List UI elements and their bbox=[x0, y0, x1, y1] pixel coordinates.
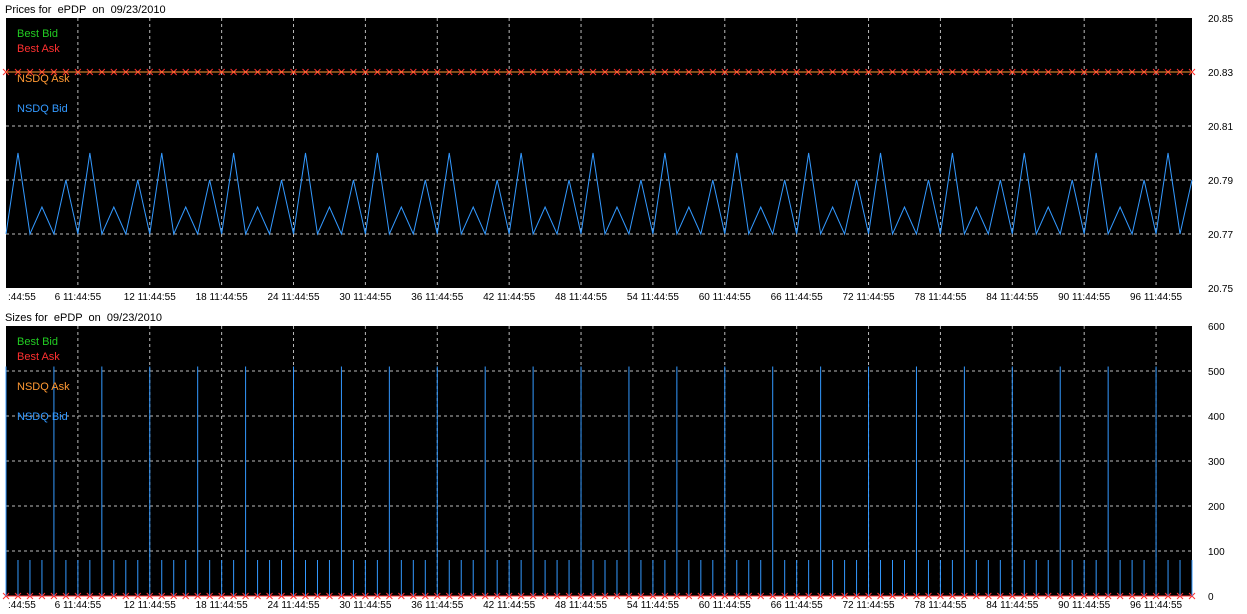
prices-x-tick-label: 60 11:44:55 bbox=[699, 292, 752, 303]
prices-y-tick-label: 20.81 bbox=[1208, 122, 1233, 133]
prices-x-tick-label: 42 11:44:55 bbox=[483, 292, 536, 303]
sizes-legend-nsdq-ask: NSDQ Ask bbox=[17, 381, 70, 393]
sizes-x-tick-label: 78 11:44:55 bbox=[914, 600, 967, 611]
sizes-y-tick-label: 100 bbox=[1208, 547, 1225, 558]
prices-x-tick-label: 54 11:44:55 bbox=[627, 292, 680, 303]
sizes-x-tick-label: 96 11:44:55 bbox=[1130, 600, 1183, 611]
prices-y-tick-label: 20.77 bbox=[1208, 230, 1233, 241]
prices-y-tick-label: 20.75 bbox=[1208, 284, 1233, 295]
prices-x-tick-label: 66 11:44:55 bbox=[771, 292, 824, 303]
sizes-chart-panel: Sizes for ePDP on 09/23/2010 0 100 200 300 4… bbox=[0, 308, 1247, 614]
prices-x-tick-label: 48 11:44:55 bbox=[555, 292, 608, 303]
sizes-x-tick-label: 42 11:44:55 bbox=[483, 600, 536, 611]
sizes-x-tick-label: 72 11:44:55 bbox=[842, 600, 895, 611]
sizes-x-tick-label: 30 11:44:55 bbox=[339, 600, 392, 611]
sizes-chart-svg: 0 100 200 300 400 500 600 :44:55 6 11:44:55 12 11… bbox=[2, 322, 1225, 611]
sizes-x-tick-label: 54 11:44:55 bbox=[627, 600, 680, 611]
sizes-x-tick-label: 84 11:44:55 bbox=[986, 600, 1039, 611]
sizes-y-tick-label: 300 bbox=[1208, 457, 1225, 468]
prices-y-tick-label: 20.79 bbox=[1208, 176, 1233, 187]
prices-nsdq-bid-line bbox=[5, 152, 1193, 236]
sizes-x-tick-label: :44:55 bbox=[8, 600, 36, 611]
prices-x-tick-label: 36 11:44:55 bbox=[411, 292, 464, 303]
sizes-x-tick-label: 90 11:44:55 bbox=[1058, 600, 1111, 611]
sizes-y-tick-label: 400 bbox=[1208, 412, 1225, 423]
prices-x-tick-label: :44:55 bbox=[8, 292, 36, 303]
prices-legend-best-bid: Best Bid bbox=[17, 28, 58, 40]
sizes-y-tick-label: 200 bbox=[1208, 502, 1225, 513]
prices-x-tick-label: 72 11:44:55 bbox=[842, 292, 895, 303]
prices-x-tick-label: 6 11:44:55 bbox=[55, 292, 102, 303]
sizes-y-tick-label: 600 bbox=[1208, 322, 1225, 333]
sizes-x-tick-label: 36 11:44:55 bbox=[411, 600, 464, 611]
prices-chart-panel: Prices for ePDP on 09/23/2010 20.75 20.77… bbox=[0, 0, 1247, 307]
prices-chart-svg: 20.75 20.77 20.79 20.81 20.83 20.85 :44:55 6 11… bbox=[2, 14, 1233, 303]
prices-legend-nsdq-bid: NSDQ Bid bbox=[17, 103, 68, 115]
sizes-legend-best-bid: Best Bid bbox=[17, 336, 58, 348]
prices-x-tick-label: 12 11:44:55 bbox=[124, 292, 177, 303]
prices-x-tick-label: 24 11:44:55 bbox=[267, 292, 320, 303]
sizes-x-tick-label: 6 11:44:55 bbox=[55, 600, 102, 611]
prices-y-tick-label: 20.85 bbox=[1208, 14, 1233, 25]
prices-x-tick-label: 18 11:44:55 bbox=[196, 292, 249, 303]
sizes-x-tick-label: 48 11:44:55 bbox=[555, 600, 608, 611]
sizes-y-tick-label: 500 bbox=[1208, 367, 1225, 378]
prices-x-tick-label: 78 11:44:55 bbox=[914, 292, 967, 303]
sizes-y-tick-label: 0 bbox=[1208, 592, 1214, 603]
prices-x-tick-label: 84 11:44:55 bbox=[986, 292, 1039, 303]
sizes-x-tick-label: 12 11:44:55 bbox=[124, 600, 177, 611]
prices-x-tick-label: 96 11:44:55 bbox=[1130, 292, 1183, 303]
prices-y-tick-label: 20.83 bbox=[1208, 68, 1233, 79]
sizes-x-tick-label: 24 11:44:55 bbox=[267, 600, 320, 611]
sizes-x-tick-label: 60 11:44:55 bbox=[699, 600, 752, 611]
prices-x-tick-label: 90 11:44:55 bbox=[1058, 292, 1111, 303]
prices-legend-best-ask: Best Ask bbox=[17, 43, 60, 55]
sizes-legend-best-ask: Best Ask bbox=[17, 351, 60, 363]
sizes-x-tick-label: 66 11:44:55 bbox=[771, 600, 824, 611]
prices-x-tick-label: 30 11:44:55 bbox=[339, 292, 392, 303]
sizes-legend-nsdq-bid: NSDQ Bid bbox=[17, 411, 68, 423]
sizes-x-tick-label: 18 11:44:55 bbox=[196, 600, 249, 611]
prices-legend-nsdq-ask: NSDQ Ask bbox=[17, 73, 70, 85]
